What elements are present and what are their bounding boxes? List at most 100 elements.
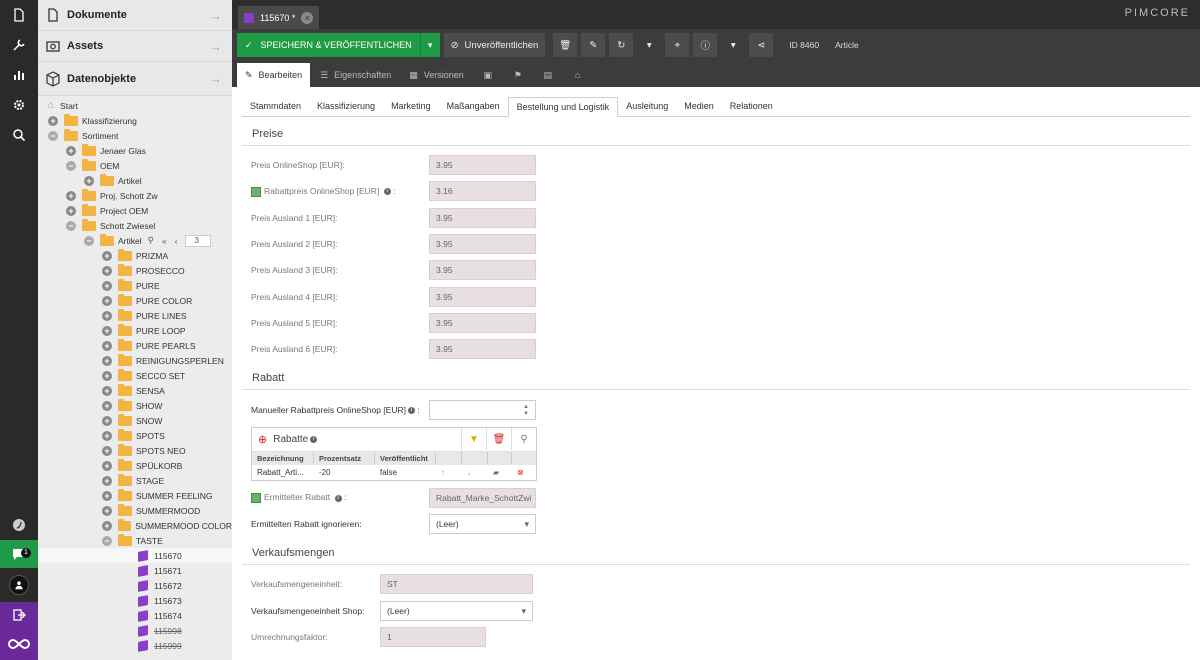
save-publish-button[interactable]: ✓ SPEICHERN & VERÖFFENTLICHEN ▾ — [237, 33, 440, 57]
tree-node-folder[interactable]: + SUMMERMOOD COLOR — [38, 518, 232, 533]
notes-calendar-icon[interactable]: ▤ — [533, 63, 562, 87]
tree-node-folder[interactable]: + REINIGUNGSPERLEN — [38, 353, 232, 368]
pimcore-infinity-icon[interactable] — [0, 628, 38, 660]
tab-maßangaben[interactable]: Maßangaben — [439, 96, 508, 116]
tree-node-start[interactable]: ⌂ Start — [38, 98, 232, 113]
tree-node-folder[interactable]: + SUMMER FEELING — [38, 488, 232, 503]
expand-arrow-icon[interactable]: → — [209, 8, 232, 23]
rename-pencil-icon[interactable]: ✎ — [581, 33, 606, 57]
reload-dropdown-arrow-icon[interactable]: ▾ — [637, 33, 662, 57]
expand-plus-icon[interactable]: + — [102, 295, 112, 306]
open-object-icon[interactable]: ▰ — [488, 468, 512, 477]
column-header[interactable]: Bezeichnung — [252, 451, 314, 465]
expand-plus-icon[interactable]: + — [102, 325, 112, 336]
collapse-minus-icon[interactable]: − — [84, 235, 94, 246]
prev-page-icon[interactable]: ‹ — [175, 236, 178, 246]
expand-plus-icon[interactable]: + — [66, 145, 76, 156]
tree-node-object[interactable]: 115674 — [38, 608, 232, 623]
collapse-minus-icon[interactable]: − — [66, 160, 76, 171]
expand-plus-icon[interactable]: + — [102, 265, 112, 276]
tab-properties[interactable]: ☰ Eigenschaften — [312, 63, 400, 87]
tree-node-folder[interactable]: + SUMMERMOOD — [38, 503, 232, 518]
search-icon[interactable]: ⚲ — [511, 428, 536, 451]
sales-unit-shop-select[interactable]: (Leer) — [380, 600, 533, 621]
reports-chart-icon[interactable] — [0, 60, 38, 90]
close-tab-icon[interactable]: × — [301, 11, 314, 24]
notifications-chat-icon[interactable]: 1 — [0, 540, 38, 568]
reload-icon[interactable]: ↻ — [609, 33, 634, 57]
tree-node-project-oem[interactable]: + Project OEM — [38, 203, 232, 218]
schedule-calendar-icon[interactable]: ▣ — [473, 63, 502, 87]
expand-plus-icon[interactable]: + — [102, 475, 112, 486]
tree-node-folder[interactable]: − TASTE — [38, 533, 232, 548]
unpublish-button[interactable]: ⊘ Unveröffentlichen — [443, 33, 546, 57]
share-icon[interactable]: ⋖ — [749, 33, 774, 57]
tree-node-folder[interactable]: + SPOTS — [38, 428, 232, 443]
tree-node-folder[interactable]: + SPOTS NEO — [38, 443, 232, 458]
assets-panel-header[interactable]: Assets → — [38, 31, 232, 62]
editor-tab[interactable]: 115670 * × — [238, 6, 320, 29]
expand-plus-icon[interactable]: + — [102, 520, 112, 531]
tree-node-oem-artikel[interactable]: + Artikel — [38, 173, 232, 188]
expand-plus-icon[interactable]: + — [102, 505, 112, 516]
page-input[interactable]: 3 — [185, 234, 212, 247]
tools-wrench-icon[interactable] — [0, 30, 38, 60]
expand-plus-icon[interactable]: + — [102, 385, 112, 396]
expand-arrow-icon[interactable]: → — [209, 39, 232, 54]
expand-plus-icon[interactable]: + — [102, 445, 112, 456]
expand-plus-icon[interactable]: + — [102, 415, 112, 426]
save-dropdown-arrow-icon[interactable]: ▾ — [419, 33, 440, 57]
tree-node-folder[interactable]: + SENSA — [38, 383, 232, 398]
expand-plus-icon[interactable]: + — [102, 460, 112, 471]
delete-trash-icon[interactable]: 🗑︎ — [553, 33, 578, 57]
expand-plus-icon[interactable]: + — [102, 490, 112, 501]
column-header[interactable]: Prozentsatz — [314, 451, 375, 465]
tab-marketing[interactable]: Marketing — [383, 96, 439, 116]
tree-node-folder[interactable]: + PURE LINES — [38, 308, 232, 323]
tab-klassifizierung[interactable]: Klassifizierung — [309, 96, 383, 116]
collapse-minus-icon[interactable]: − — [102, 535, 112, 546]
expand-plus-icon[interactable]: + — [102, 280, 112, 291]
tab-stammdaten[interactable]: Stammdaten — [242, 96, 309, 116]
tab-versions[interactable]: ▦ Versionen — [401, 63, 472, 87]
expand-plus-icon[interactable]: + — [102, 355, 112, 366]
data-objects-panel-header[interactable]: Datenobjekte → — [38, 62, 232, 96]
tree-node-proj-schott[interactable]: + Proj. Schott Zw — [38, 188, 232, 203]
move-up-arrow-icon[interactable]: ↑ — [436, 468, 462, 477]
tree-node-object[interactable]: 115670 — [38, 548, 232, 563]
info-dropdown-arrow-icon[interactable]: ▾ — [721, 33, 746, 57]
bookmark-icon[interactable]: ⚑ — [503, 63, 532, 87]
spinner-arrows-icon[interactable]: ▲ ▼ — [523, 404, 529, 418]
collapse-minus-icon[interactable]: − — [66, 220, 76, 231]
search-icon[interactable] — [0, 120, 38, 150]
documents-panel-header[interactable]: Dokumente → — [38, 0, 232, 31]
tree-node-object[interactable]: 115998 — [38, 623, 232, 638]
user-profile-icon[interactable] — [0, 568, 38, 602]
tab-bestellung-und-logistik[interactable]: Bestellung und Logistik — [507, 97, 619, 117]
tree-node-artikel[interactable]: − Artikel ⚲ « ‹ 3 — [38, 233, 232, 248]
tree-node-folder[interactable]: + SHOW — [38, 398, 232, 413]
show-in-tree-target-icon[interactable]: ⌖ — [665, 33, 690, 57]
expand-plus-icon[interactable]: + — [102, 370, 112, 381]
tree-node-object[interactable]: 115673 — [38, 593, 232, 608]
tree-node-object[interactable]: 115999 — [38, 638, 232, 653]
tree-node-object[interactable]: 115672 — [38, 578, 232, 593]
expand-plus-icon[interactable]: + — [102, 430, 112, 441]
expand-plus-icon[interactable]: + — [66, 190, 76, 201]
tab-edit[interactable]: ✎ Bearbeiten — [237, 63, 311, 87]
tree-node-folder[interactable]: + PURE — [38, 278, 232, 293]
search-icon[interactable]: ⚲ — [148, 235, 154, 246]
tree-node-folder[interactable]: + PROSECCO — [38, 263, 232, 278]
collapse-minus-icon[interactable]: − — [48, 130, 58, 141]
expand-plus-icon[interactable]: + — [48, 115, 58, 126]
documents-nav-icon[interactable] — [0, 0, 38, 30]
tree-node-oem[interactable]: − OEM — [38, 158, 232, 173]
tree-node-klassifizierung[interactable]: + Klassifizierung — [38, 113, 232, 128]
tree-node-object[interactable]: 115671 — [38, 563, 232, 578]
expand-plus-icon[interactable]: + — [102, 250, 112, 261]
tree-node-folder[interactable]: + PURE LOOP — [38, 323, 232, 338]
expand-plus-icon[interactable]: + — [66, 205, 76, 216]
info-icon[interactable]: ⓘ — [693, 33, 718, 57]
tree-node-schott-zwiesel[interactable]: − Schott Zwiesel — [38, 218, 232, 233]
expand-plus-icon[interactable]: + — [84, 175, 94, 186]
